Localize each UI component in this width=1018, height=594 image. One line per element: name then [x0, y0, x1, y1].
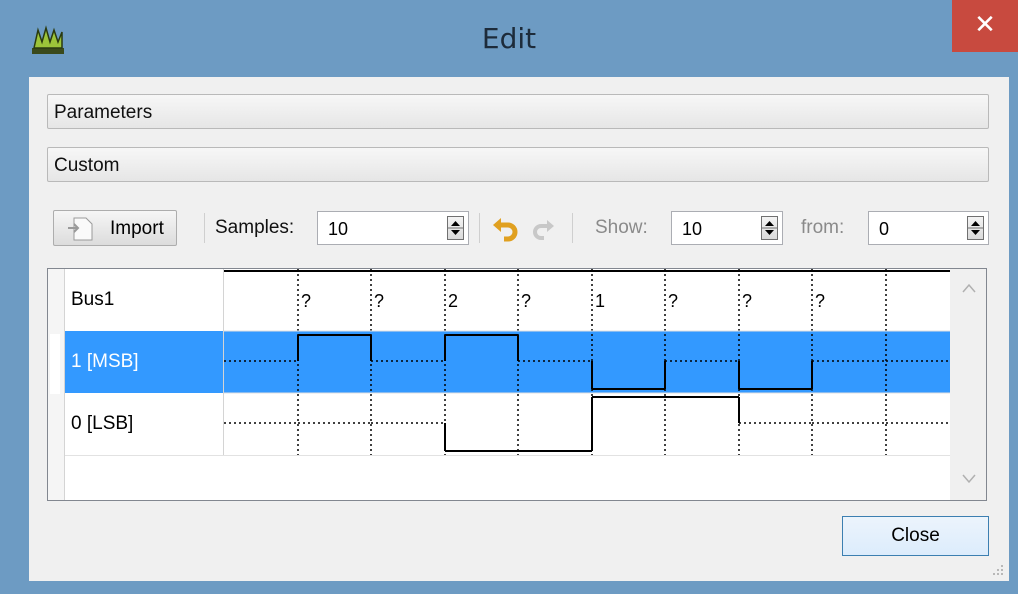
show-value: 10 [682, 219, 703, 239]
samples-value: 10 [328, 219, 349, 239]
import-label: Import [110, 218, 164, 239]
dialog-body: Parameters Custom Import Samples: 10 Sho… [29, 77, 1009, 581]
edit-dialog: Edit ✕ Parameters Custom Import Samples:… [0, 0, 1018, 594]
scroll-down-icon[interactable] [962, 474, 976, 484]
selected-row-marker [50, 334, 60, 394]
samples-spin-arrows[interactable] [447, 216, 464, 240]
from-label: from: [801, 217, 845, 238]
show-spinbox[interactable]: 10 [671, 211, 783, 245]
row-label-lsb[interactable]: 0 [LSB] [65, 393, 224, 455]
bus-value-label: 1 [595, 291, 605, 311]
bus-value-label: ? [742, 291, 752, 311]
samples-label: Samples: [215, 217, 295, 238]
from-value: 0 [879, 219, 890, 239]
row-label-msb[interactable]: 1 [MSB] [65, 331, 224, 393]
bus-value-label: ? [301, 291, 311, 311]
parameters-section-header[interactable]: Parameters [47, 94, 989, 129]
title-bar[interactable]: Edit ✕ [0, 0, 1018, 77]
close-button[interactable]: Close [842, 516, 989, 556]
signal-table: Bus1 1 [MSB] 0 [LSB] ?? 2? 1??? [47, 268, 987, 501]
waveform-area[interactable]: ?? 2? 1??? [224, 269, 952, 455]
bus-value-label: ? [521, 291, 531, 311]
import-button[interactable]: Import [53, 210, 177, 246]
table-divider [65, 455, 951, 456]
toolbar-separator [204, 213, 205, 243]
redo-icon[interactable] [532, 217, 556, 241]
bus-value-label: ? [374, 291, 384, 311]
import-icon [68, 217, 93, 241]
bus-value-label: 2 [448, 291, 458, 311]
window-title: Edit [481, 22, 537, 55]
custom-section-header[interactable]: Custom [47, 147, 989, 182]
samples-spinbox[interactable]: 10 [317, 211, 469, 245]
from-spinbox[interactable]: 0 [868, 211, 989, 245]
toolbar-separator [572, 213, 573, 243]
undo-icon[interactable] [491, 215, 519, 243]
show-label: Show: [595, 217, 648, 238]
row-label-bus1[interactable]: Bus1 [65, 269, 224, 331]
window-close-button[interactable]: ✕ [952, 0, 1018, 52]
from-spin-arrows[interactable] [967, 216, 984, 240]
resize-grip-icon[interactable] [991, 563, 1005, 577]
vertical-scrollbar[interactable] [950, 269, 986, 500]
bus-value-label: ? [815, 291, 825, 311]
bus-value-label: ? [668, 291, 678, 311]
toolbar-separator [479, 213, 480, 243]
scroll-up-icon[interactable] [962, 283, 976, 293]
show-spin-arrows[interactable] [761, 216, 778, 240]
